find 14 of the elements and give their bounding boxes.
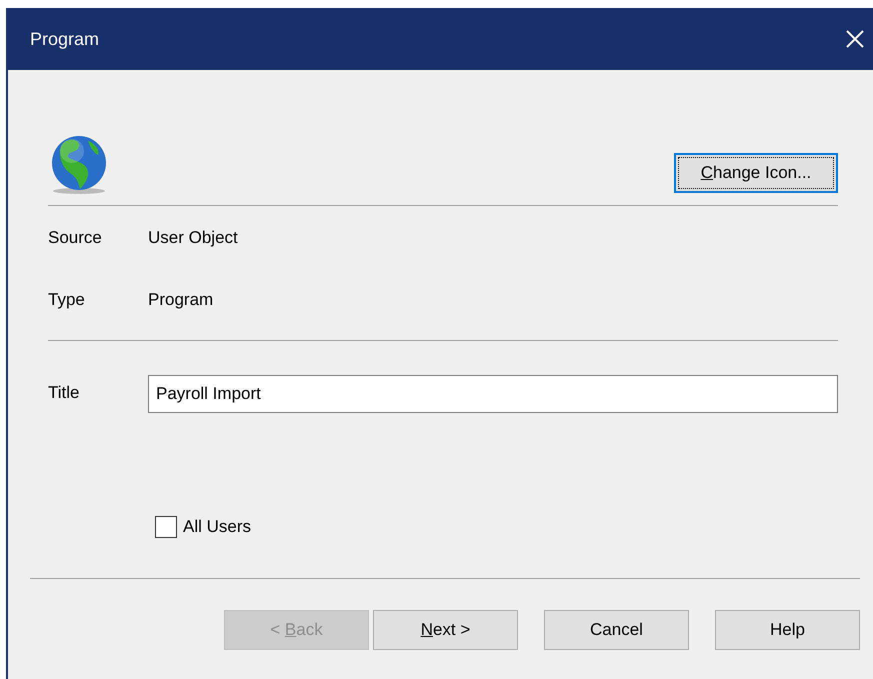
next-button[interactable]: Next > <box>373 610 518 650</box>
change-icon-button[interactable]: Change Icon... <box>674 153 838 193</box>
property-label: Type <box>48 290 86 310</box>
property-value: User Object <box>148 228 238 248</box>
title-field[interactable]: Payroll Import <box>148 375 838 413</box>
title-label: Title <box>48 383 80 403</box>
all-users-label: All Users <box>183 517 252 537</box>
help-button[interactable]: Help <box>715 610 860 650</box>
window-title: Program <box>30 28 100 50</box>
property-value: Program <box>148 290 214 310</box>
close-icon[interactable] <box>845 29 865 49</box>
property-label: Source <box>48 228 103 248</box>
cancel-button[interactable]: Cancel <box>544 610 689 650</box>
all-users-checkbox[interactable] <box>155 516 177 538</box>
